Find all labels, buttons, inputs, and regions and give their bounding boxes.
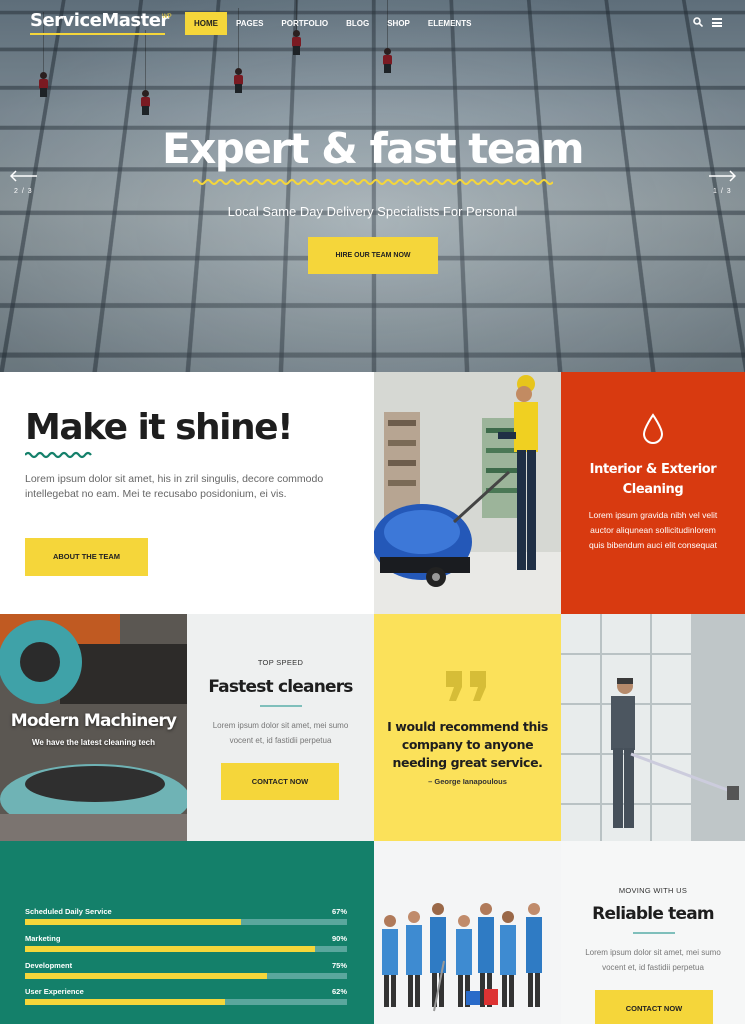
logo-superscript: WP bbox=[162, 14, 172, 20]
hero-subtitle: Local Same Day Delivery Specialists For … bbox=[227, 204, 518, 219]
machinery-subtitle: We have the latest cleaning tech bbox=[31, 738, 155, 747]
skill-label: User Experience bbox=[25, 987, 84, 996]
about-team-button[interactable]: ABOUT THE TEAM bbox=[25, 538, 148, 576]
logo-underline bbox=[30, 33, 165, 35]
water-drop-icon bbox=[642, 413, 664, 444]
hero-title: Expert & fast team bbox=[162, 124, 584, 173]
wavy-underline bbox=[25, 451, 92, 459]
divider bbox=[633, 932, 675, 934]
skill-label: Development bbox=[25, 961, 73, 970]
reliable-eyebrow: MOVING WITH US bbox=[618, 886, 688, 895]
machinery-title: Modern Machinery bbox=[10, 711, 177, 731]
window-cleaner-photo bbox=[561, 614, 745, 841]
top-navigation: ServiceMaster WP HOME PAGES PORTFOLIO BL… bbox=[0, 0, 745, 46]
fastest-description: Lorem ipsum dolor sit amet, mei sumo voc… bbox=[212, 721, 349, 745]
reliable-title: Reliable team bbox=[592, 904, 714, 924]
shine-description: Lorem ipsum dolor sit amet, his in zril … bbox=[25, 473, 324, 500]
skill-fill bbox=[25, 946, 315, 952]
skill-percent: 62% bbox=[331, 987, 347, 996]
interior-title: Interior & Exterior Cleaning bbox=[589, 462, 717, 497]
testimonial-card: I would recommend this company to anyone… bbox=[374, 614, 561, 841]
nav-item-blog[interactable]: BLOG bbox=[337, 12, 378, 35]
window-cleaner-figure bbox=[233, 8, 243, 93]
floor-cleaning-photo bbox=[374, 372, 561, 614]
skill-fill bbox=[25, 919, 241, 925]
wavy-underline bbox=[193, 179, 553, 185]
skill-label: Scheduled Daily Service bbox=[25, 907, 112, 916]
hero-slider: ServiceMaster WP HOME PAGES PORTFOLIO BL… bbox=[0, 0, 745, 372]
skill-percent: 75% bbox=[331, 961, 347, 970]
search-icon[interactable] bbox=[693, 17, 703, 27]
nav-item-portfolio[interactable]: PORTFOLIO bbox=[272, 12, 337, 35]
window-cleaner-figure bbox=[140, 30, 150, 115]
nav-item-shop[interactable]: SHOP bbox=[378, 12, 419, 35]
fastest-cleaners-card: TOP SPEED Fastest cleaners Lorem ipsum d… bbox=[187, 614, 374, 841]
nav-item-pages[interactable]: PAGES bbox=[227, 12, 272, 35]
reliable-description: Lorem ipsum dolor sit amet, mei sumo voc… bbox=[585, 948, 721, 972]
contact-now-button[interactable]: CONTACT NOW bbox=[221, 763, 339, 800]
interior-exterior-card: Interior & Exterior Cleaning Lorem ipsum… bbox=[561, 372, 745, 614]
shine-title: Make it shine! bbox=[25, 407, 293, 448]
modern-machinery-card: Modern Machinery We have the latest clea… bbox=[0, 614, 187, 841]
quote-icon bbox=[446, 671, 486, 701]
skills-section: Scheduled Daily Service 67% Marketing 90… bbox=[0, 841, 374, 1024]
hamburger-menu-icon[interactable] bbox=[712, 18, 722, 27]
skill-fill bbox=[25, 999, 225, 1005]
arrow-left-icon[interactable] bbox=[10, 170, 38, 182]
testimonial-quote: I would recommend this company to anyone… bbox=[387, 719, 548, 770]
window-cleaner-figure bbox=[38, 12, 48, 97]
fastest-eyebrow: TOP SPEED bbox=[257, 658, 304, 667]
nav-item-elements[interactable]: ELEMENTS bbox=[419, 12, 481, 35]
skill-percent: 90% bbox=[331, 934, 347, 943]
make-it-shine-section: Make it shine! Lorem ipsum dolor sit ame… bbox=[0, 372, 374, 614]
skill-fill bbox=[25, 973, 267, 979]
contact-now-button[interactable]: CONTACT NOW bbox=[595, 990, 713, 1024]
divider bbox=[260, 705, 302, 707]
skill-percent: 67% bbox=[331, 907, 347, 916]
slide-counter-next: 1 / 3 bbox=[713, 188, 732, 195]
testimonial-author: – George Ianapoulous bbox=[428, 777, 507, 786]
skill-label: Marketing bbox=[25, 934, 61, 943]
interior-description: Lorem ipsum gravida nibh vel velit aucto… bbox=[588, 510, 718, 550]
fastest-title: Fastest cleaners bbox=[208, 677, 353, 697]
main-nav: HOME PAGES PORTFOLIO BLOG SHOP ELEMENTS bbox=[185, 12, 480, 35]
arrow-right-icon[interactable] bbox=[708, 170, 736, 182]
nav-item-home[interactable]: HOME bbox=[185, 12, 227, 35]
site-logo[interactable]: ServiceMaster bbox=[30, 10, 169, 31]
cleaning-team-photo bbox=[374, 841, 561, 1024]
hire-team-button[interactable]: HIRE OUR TEAM NOW bbox=[308, 237, 438, 274]
slide-counter-prev: 2 / 3 bbox=[14, 188, 33, 195]
window-cleaner-figure bbox=[382, 0, 392, 73]
